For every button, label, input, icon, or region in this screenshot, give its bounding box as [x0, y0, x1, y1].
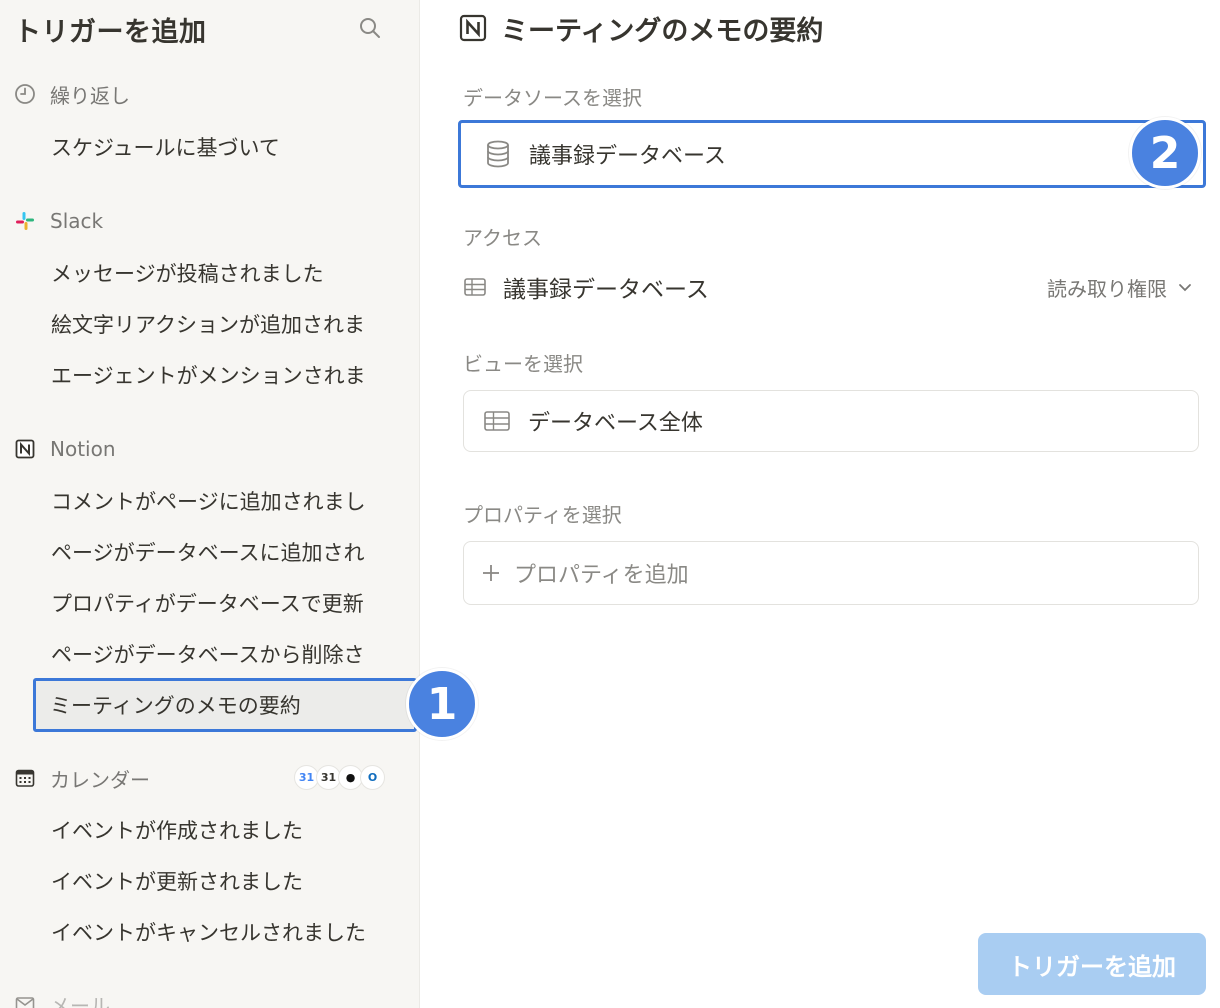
section-label: メール — [50, 993, 110, 1008]
mail-icon — [14, 993, 36, 1008]
trigger-config-panel: ミーティングのメモの要約 データソースを選択 議事録データベース アクセス 議事… — [421, 0, 1220, 1008]
section-label: Slack — [50, 209, 104, 233]
view-label: ビューを選択 — [463, 352, 583, 376]
access-row: 議事録データベース 読み取り権限 — [463, 267, 1193, 307]
chevron-down-icon — [1179, 284, 1191, 292]
clock-icon — [14, 83, 36, 105]
page-title: ミーティングのメモの要約 — [459, 10, 824, 47]
sidebar-item-message-posted[interactable]: メッセージが投稿されました — [34, 248, 416, 298]
access-label: アクセス — [463, 226, 542, 250]
calendar-icon — [14, 767, 36, 789]
notion-icon — [459, 14, 487, 42]
add-property-text: プロパティを追加 — [514, 563, 689, 588]
permission-label: 読み取り権限 — [1047, 276, 1167, 301]
access-database-name: 議事録データベース — [503, 277, 709, 303]
page-title-text: ミーティングのメモの要約 — [501, 15, 824, 47]
datasource-label: データソースを選択 — [463, 86, 642, 110]
section-mail: メール — [14, 990, 110, 1008]
section-label: カレンダー — [50, 767, 150, 792]
sidebar-item-event-created[interactable]: イベントが作成されました — [34, 805, 416, 855]
sidebar-title: トリガーを追加 — [14, 17, 207, 48]
outlook-icon: O — [360, 765, 385, 790]
notion-icon — [14, 438, 36, 460]
datasource-value: 議事録データベース — [529, 144, 726, 169]
slack-icon — [14, 210, 36, 232]
section-label: 繰り返し — [50, 83, 130, 108]
property-label: プロパティを選択 — [463, 503, 622, 527]
sidebar-item-emoji-reaction[interactable]: 絵文字リアクションが追加されま — [34, 299, 416, 349]
plus-icon — [480, 558, 502, 588]
sidebar-item-event-updated[interactable]: イベントが更新されました — [34, 856, 416, 906]
search-icon[interactable] — [356, 14, 384, 42]
section-recurring: 繰り返し — [14, 80, 130, 108]
add-trigger-button[interactable]: トリガーを追加 — [978, 933, 1206, 995]
sidebar-item-schedule[interactable]: スケジュールに基づいて — [34, 122, 416, 172]
sidebar-item-event-cancelled[interactable]: イベントがキャンセルされました — [34, 907, 416, 957]
permission-dropdown[interactable]: 読み取り権限 — [1047, 273, 1193, 302]
section-slack: Slack — [14, 207, 103, 235]
sidebar-item-comment-added[interactable]: コメントがページに追加されまし — [34, 476, 416, 526]
database-icon — [483, 139, 513, 169]
table-icon — [482, 406, 512, 436]
sidebar-item-page-deleted[interactable]: ページがデータベースから削除さ — [34, 629, 416, 679]
section-calendar: カレンダー — [14, 764, 150, 792]
section-label: Notion — [50, 437, 116, 461]
sidebar-item-property-updated[interactable]: プロパティがデータベースで更新 — [34, 578, 416, 628]
add-property-field[interactable]: プロパティを追加 — [463, 541, 1199, 605]
view-select[interactable]: データベース全体 — [463, 390, 1199, 452]
calendar-provider-icons: 31 31 ● O — [294, 765, 385, 793]
sidebar-item-page-added[interactable]: ページがデータベースに追加され — [34, 527, 416, 577]
table-icon — [463, 275, 487, 299]
datasource-select[interactable]: 議事録データベース — [458, 120, 1206, 188]
sidebar-item-agent-mentioned[interactable]: エージェントがメンションされま — [34, 350, 416, 400]
step-badge-2: 2 — [1129, 117, 1201, 189]
sidebar-item-meeting-notes-summary[interactable]: ミーティングのメモの要約 — [33, 678, 417, 732]
section-notion: Notion — [14, 435, 116, 463]
view-value: データベース全体 — [528, 411, 703, 436]
trigger-sidebar: トリガーを追加 繰り返し スケジュールに基づいて Slack メッセージが投稿さ… — [0, 0, 420, 1008]
